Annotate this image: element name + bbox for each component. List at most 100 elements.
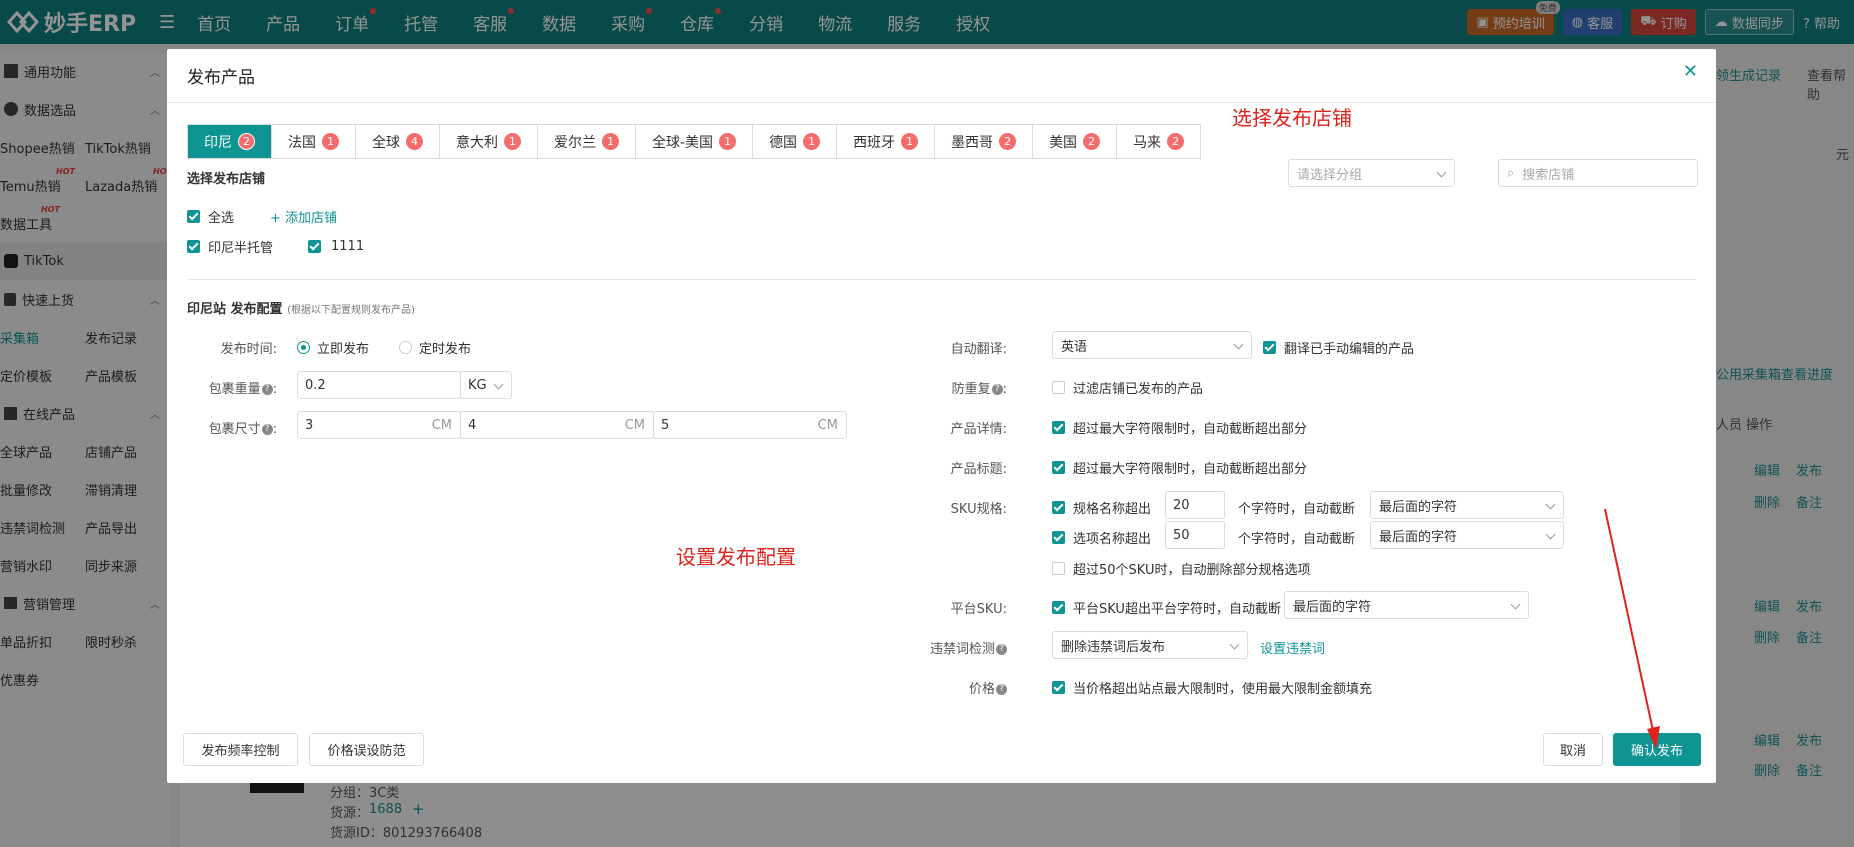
store-search-input[interactable]: ⌕ 搜索店铺 — [1498, 159, 1698, 187]
count-badge: 2 — [999, 133, 1017, 150]
weight-input[interactable]: 0.2 — [297, 371, 461, 399]
title-row: 超过最大字符限制时，自动截断超出部分 — [1052, 458, 1307, 477]
chevron-down-icon — [1229, 639, 1240, 650]
select-all-row: 全选 + 添加店铺 — [187, 207, 337, 226]
chevron-down-icon — [1436, 167, 1447, 178]
sku-over50-checkbox[interactable] — [1052, 562, 1065, 575]
price-text: 当价格超出站点最大限制时，使用最大限制金额填充 — [1073, 682, 1373, 697]
sku-over50-row: 超过50个SKU时，自动删除部分规格选项 — [1052, 559, 1311, 578]
translate-manual-checkbox[interactable] — [1263, 341, 1276, 354]
help-icon[interactable]: ? — [996, 644, 1007, 655]
translate-language-select[interactable]: 英语 — [1052, 331, 1252, 359]
modal-title: 发布产品 — [167, 49, 1716, 103]
weight-label: 包裹重量?: — [208, 382, 277, 397]
platform-sku-checkbox[interactable] — [1052, 601, 1065, 614]
platform-sku-truncate-select[interactable]: 最后面的字符 — [1284, 591, 1529, 619]
sku-option-truncate-select[interactable]: 最后面的字符 — [1370, 521, 1564, 549]
store-checkbox[interactable] — [187, 240, 200, 253]
price-guard-button[interactable]: 价格误设防范 — [309, 733, 424, 766]
publish-scheduled-radio[interactable] — [399, 341, 413, 354]
sku-option-suffix: 个字符时，自动截断 — [1238, 532, 1356, 547]
count-badge: 2 — [1083, 133, 1101, 150]
unit-label: CM — [431, 418, 452, 433]
select-all-checkbox[interactable] — [187, 210, 200, 223]
tab-mexico[interactable]: 墨西哥 2 — [935, 125, 1034, 158]
tab-ireland[interactable]: 爱尔兰 1 — [538, 125, 636, 158]
store-list: 印尼半托管 1111 — [187, 237, 364, 256]
sku-option-text: 选项名称超出 — [1073, 532, 1152, 547]
chevron-down-icon — [1545, 529, 1556, 540]
price-checkbox[interactable] — [1052, 681, 1065, 694]
chevron-down-icon — [1233, 339, 1244, 350]
title-checkbox[interactable] — [1052, 461, 1065, 474]
sku-name-suffix: 个字符时，自动截断 — [1238, 502, 1356, 517]
publish-product-modal: 发布产品 ✕ 选择发布店铺 印尼 2 法国 1 全球 4 意大利 1 爱尔兰 1 全球-美… — [167, 49, 1716, 783]
tab-indonesia[interactable]: 印尼 2 — [188, 125, 272, 158]
help-icon[interactable]: ? — [261, 384, 273, 395]
detail-label: 产品详情: — [950, 422, 1007, 437]
sku-name-checkbox[interactable] — [1052, 501, 1065, 514]
weight-unit-select[interactable]: KG — [460, 371, 512, 399]
store-checkbox[interactable] — [308, 240, 322, 253]
set-banned-words-link[interactable]: 设置违禁词 — [1260, 638, 1325, 657]
publish-now-radio[interactable] — [297, 341, 310, 354]
sku-option-row: 选项名称超出 — [1052, 528, 1151, 547]
dedupe-checkbox[interactable] — [1052, 381, 1065, 394]
cancel-button[interactable]: 取消 — [1543, 733, 1603, 766]
store-label: 1111 — [331, 239, 365, 254]
help-icon[interactable]: ? — [996, 684, 1007, 695]
count-badge: 1 — [803, 133, 821, 150]
add-store-link[interactable]: + 添加店铺 — [270, 207, 337, 226]
site-tabs: 印尼 2 法国 1 全球 4 意大利 1 爱尔兰 1 全球-美国 1 德国 1 西班牙 1 墨西… — [187, 124, 1202, 159]
tab-spain[interactable]: 西班牙 1 — [837, 125, 936, 158]
close-icon[interactable]: ✕ — [1683, 61, 1698, 82]
unit-label: CM — [817, 418, 838, 433]
detail-row: 超过最大字符限制时，自动截断超出部分 — [1052, 418, 1307, 437]
count-badge: 1 — [322, 133, 339, 150]
tab-germany[interactable]: 德国 1 — [753, 125, 838, 158]
platform-sku-text: 平台SKU超出平台字符时，自动截断 — [1073, 602, 1281, 617]
tab-usa[interactable]: 美国 2 — [1033, 125, 1118, 158]
help-icon[interactable]: ? — [991, 384, 1003, 395]
sku-option-length-input[interactable]: 50 — [1165, 521, 1225, 549]
sku-name-truncate-select[interactable]: 最后面的字符 — [1370, 491, 1564, 519]
detail-checkbox[interactable] — [1052, 421, 1065, 434]
chevron-down-icon — [1510, 599, 1521, 610]
translate-manual-row: 翻译已手动编辑的产品 — [1263, 338, 1414, 357]
size-height-input[interactable]: 5 CM — [653, 411, 847, 439]
count-badge: 1 — [602, 133, 619, 150]
divider — [187, 279, 1696, 280]
tab-global[interactable]: 全球 4 — [356, 125, 440, 158]
dedupe-text: 过滤店铺已发布的产品 — [1073, 382, 1204, 397]
tab-france[interactable]: 法国 1 — [272, 125, 356, 158]
dedupe-row: 过滤店铺已发布的产品 — [1052, 378, 1203, 397]
banned-words-label: 违禁词检测? — [927, 638, 1007, 657]
chevron-down-icon — [1545, 499, 1556, 510]
banned-words-select[interactable]: 删除违禁词后发布 — [1052, 631, 1248, 659]
tab-italy[interactable]: 意大利 1 — [440, 125, 538, 158]
size-length-input[interactable]: 3 CM — [297, 411, 461, 439]
dedupe-label: 防重复?: — [951, 382, 1007, 397]
publish-frequency-button[interactable]: 发布频率控制 — [183, 733, 298, 766]
price-row: 当价格超出站点最大限制时，使用最大限制金额填充 — [1052, 678, 1372, 697]
tab-global-us[interactable]: 全球-美国 1 — [636, 125, 754, 158]
platform-sku-row: 平台SKU超出平台字符时，自动截断 — [1052, 598, 1281, 617]
tab-malaysia[interactable]: 马来 2 — [1117, 125, 1200, 158]
size-width-input[interactable]: 4 CM — [460, 411, 654, 439]
help-icon[interactable]: ? — [261, 424, 273, 435]
sku-label: SKU规格: — [950, 502, 1007, 517]
count-badge: 2 — [238, 133, 255, 150]
sku-option-checkbox[interactable] — [1052, 531, 1065, 544]
store-section-title: 选择发布店铺 — [187, 172, 266, 187]
annotation-select-store: 选择发布店铺 — [1232, 106, 1352, 130]
publish-scheduled-label: 定时发布 — [419, 342, 472, 357]
annotation-config: 设置发布配置 — [676, 545, 796, 569]
annotation-arrow — [1604, 508, 1660, 749]
group-select[interactable]: 请选择分组 — [1288, 159, 1455, 187]
count-badge: 1 — [719, 133, 737, 150]
sku-name-text: 规格名称超出 — [1073, 502, 1152, 517]
sku-name-length-input[interactable]: 20 — [1165, 491, 1225, 519]
publish-now-label: 立即发布 — [317, 342, 370, 357]
price-label: 价格? — [927, 678, 1007, 697]
count-badge: 4 — [406, 133, 423, 150]
